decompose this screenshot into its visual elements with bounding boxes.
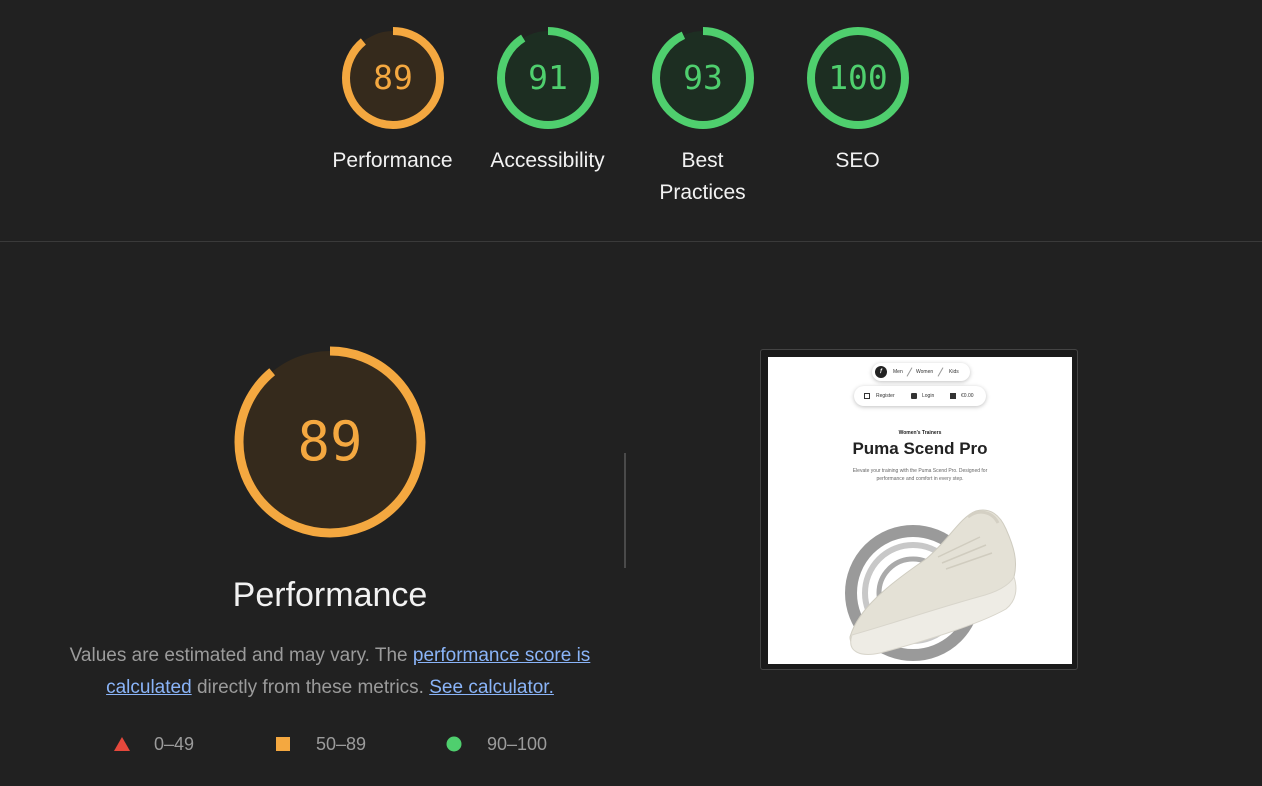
- vertical-divider: [624, 453, 626, 568]
- gauge-label: Best Practices: [625, 145, 780, 209]
- screenshot-nav: 𝑓 Men Women Kids: [872, 363, 970, 381]
- gauge-accessibility[interactable]: 91 Accessibility: [470, 26, 625, 177]
- final-screenshot[interactable]: 𝑓 Men Women Kids Register Login €0.00 Wo…: [760, 349, 1078, 670]
- see-calculator-link[interactable]: See calculator.: [429, 677, 554, 698]
- triangle-icon: [114, 737, 130, 751]
- gauge-performance[interactable]: 89 Performance: [315, 26, 470, 177]
- lock-icon: [911, 393, 917, 399]
- category-gauges: 89 Performance 91 Accessibility 93 Best P…: [315, 26, 935, 226]
- product-category: Women's Trainers: [898, 430, 942, 436]
- nav-separator: [937, 367, 944, 377]
- screenshot-image: 𝑓 Men Women Kids Register Login €0.00 Wo…: [768, 357, 1072, 664]
- square-icon: [276, 737, 290, 751]
- score-value: 100: [828, 58, 888, 97]
- legend-range: 50–89: [316, 734, 367, 754]
- gauge-label-line2: Practices: [659, 181, 746, 204]
- performance-description: Values are estimated and may vary. The p…: [60, 640, 600, 704]
- score-value: 91: [528, 58, 568, 97]
- score-value: 89: [373, 58, 413, 97]
- legend-range: 0–49: [154, 734, 195, 754]
- gauge-label-line1: Best: [681, 149, 724, 172]
- score-legend: 0–49 50–89 90–100: [113, 730, 613, 758]
- register-link: Register: [876, 393, 895, 399]
- puma-logo-icon: 𝑓: [875, 366, 887, 378]
- nav-kids: Kids: [949, 369, 959, 375]
- login-link: Login: [922, 393, 935, 399]
- nav-men: Men: [893, 369, 903, 375]
- nav-women: Women: [916, 369, 934, 375]
- cart-total: €0.00: [961, 393, 974, 399]
- performance-score-value: 89: [297, 410, 362, 473]
- score-value: 93: [683, 58, 723, 97]
- gauge-seo[interactable]: 100 SEO: [780, 26, 935, 177]
- score-ring-best-practices: 93: [651, 27, 754, 129]
- product-description: Elevate your training with the Puma Scen…: [852, 468, 988, 482]
- shoe-image-icon: [845, 509, 1017, 661]
- gauge-label: Performance: [332, 149, 453, 172]
- gauge-best-practices[interactable]: 93 Best Practices: [625, 26, 780, 209]
- desc-text-1: Values are estimated and may vary. The: [69, 645, 413, 666]
- legend-range: 90–100: [487, 734, 548, 754]
- cart-icon: [950, 393, 956, 399]
- gauge-label: SEO: [835, 149, 880, 172]
- screenshot-account-bar: Register Login €0.00: [854, 386, 986, 406]
- product-title: Puma Scend Pro: [852, 439, 988, 458]
- circle-icon: [446, 736, 462, 752]
- section-divider: [0, 241, 1262, 242]
- desc-text-2: directly from these metrics.: [191, 677, 430, 698]
- score-ring-accessibility: 91: [496, 27, 599, 129]
- nav-separator: [906, 367, 913, 377]
- gauge-label: Accessibility: [490, 149, 605, 172]
- score-ring-seo: 100: [806, 27, 909, 129]
- lighthouse-report: 89 Performance 91 Accessibility 93 Best P…: [0, 0, 1262, 786]
- register-icon: [864, 393, 870, 399]
- performance-title: Performance: [232, 576, 428, 614]
- score-ring-performance: 89: [341, 27, 444, 129]
- performance-score-gauge: 89: [234, 346, 426, 538]
